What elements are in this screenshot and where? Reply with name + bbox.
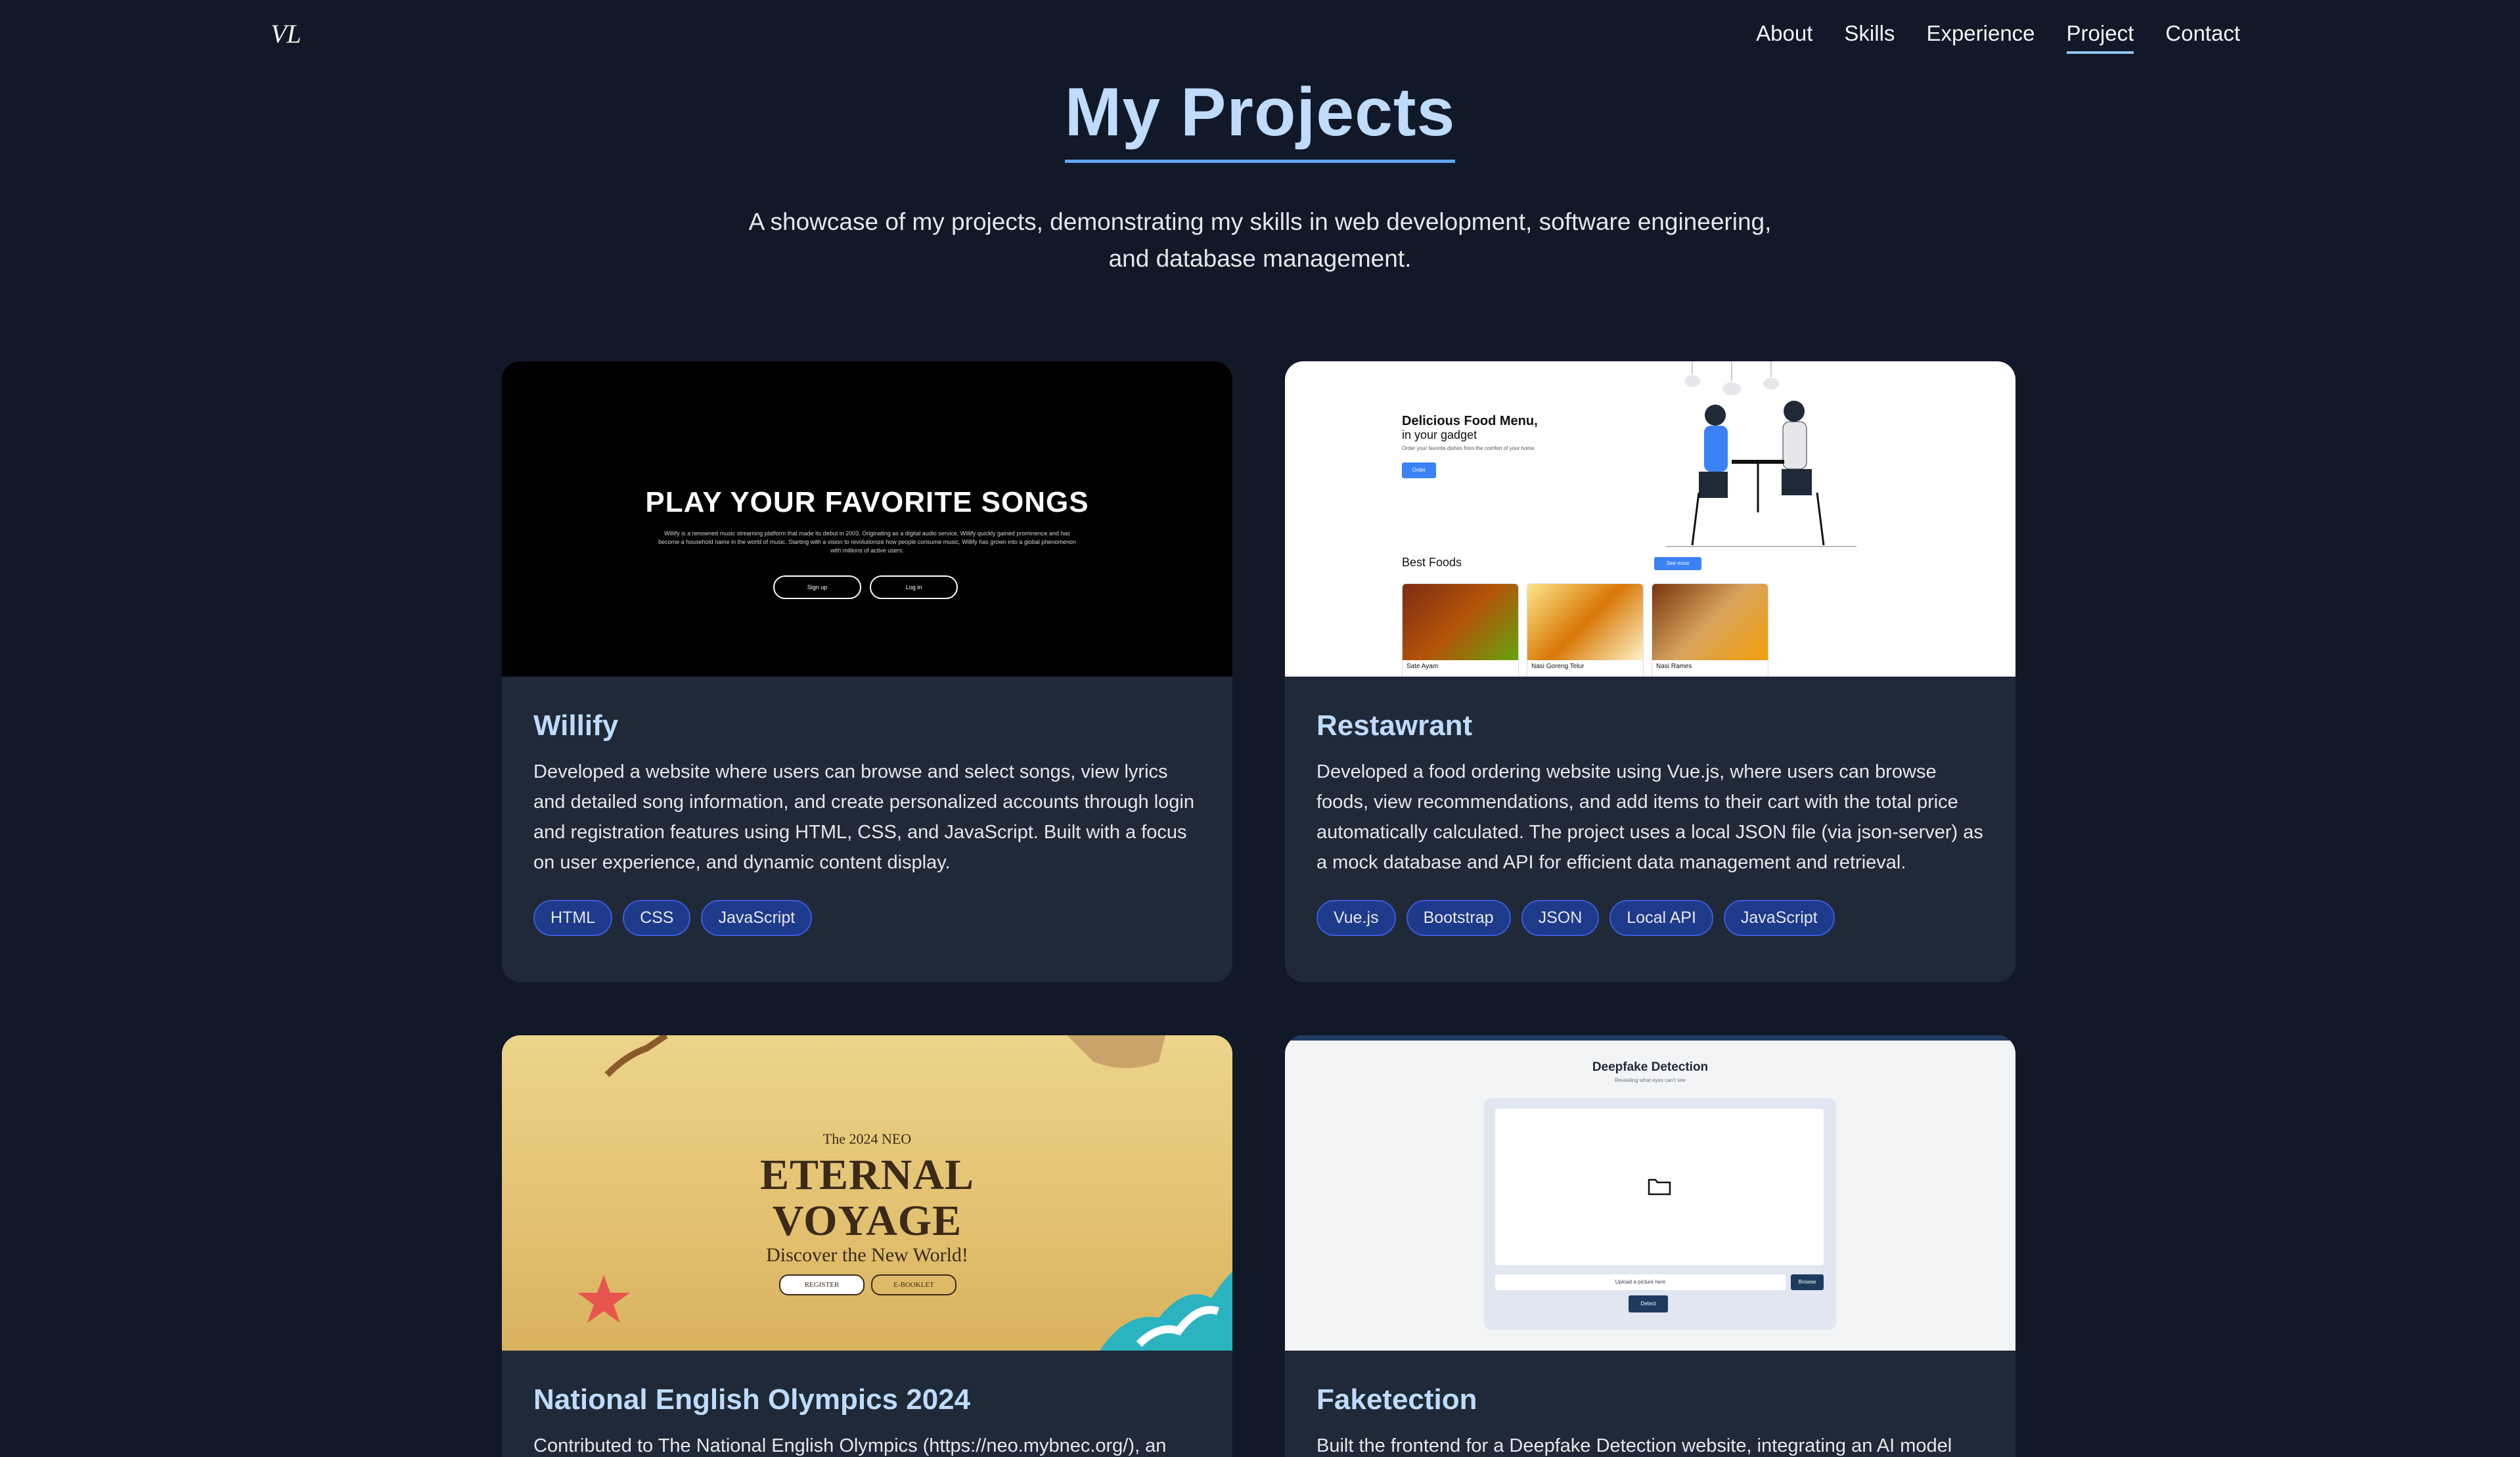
preview-food-card: Nasi Goreng Telur — [1527, 583, 1644, 677]
project-description: Contributed to The National English Olym… — [533, 1435, 1167, 1456]
preview-login-button: Log in — [870, 575, 958, 599]
project-title: Faketection — [1316, 1383, 1477, 1416]
project-preview-neo: The 2024 NEO ETERNAL VOYAGE Discover the… — [502, 1035, 1232, 1351]
project-card-restawrant[interactable]: Delicious Food Menu, in your gadget Orde… — [1285, 361, 2015, 982]
preview-line-2: VOYAGE — [772, 1197, 962, 1245]
subtitle-line-1: A showcase of my projects, demonstrating… — [748, 208, 1772, 235]
project-card-willify[interactable]: PLAY YOUR FAVORITE SONGS Willify is a re… — [502, 361, 1232, 982]
tag: JSON — [1521, 900, 1600, 936]
preview-discover: Discover the New World! — [766, 1244, 968, 1266]
nav-link-experience[interactable]: Experience — [1926, 21, 2035, 54]
project-title: Willify — [533, 709, 619, 742]
project-description: Developed a website where users can brow… — [533, 761, 1195, 873]
tag: JavaScript — [701, 900, 813, 936]
preview-food-card: Nasi Rames — [1652, 583, 1768, 677]
nav-link-project[interactable]: Project — [2066, 21, 2134, 54]
tag: HTML — [533, 900, 613, 936]
project-description: Developed a food ordering website using … — [1316, 761, 1983, 873]
preview-register-button: REGISTER — [779, 1274, 865, 1295]
tag: Vue.js — [1316, 900, 1396, 936]
nav-links: About Skills Experience Project Contact — [1756, 21, 2240, 54]
project-card-faketection[interactable]: Deepfake Detection Revealing what eyes c… — [1285, 1035, 2015, 1457]
project-preview-faketection: Deepfake Detection Revealing what eyes c… — [1285, 1035, 2015, 1351]
tag: Bootstrap — [1406, 900, 1511, 936]
tag-list: HTML CSS JavaScript — [533, 900, 1201, 936]
nav-link-skills[interactable]: Skills — [1844, 21, 1895, 54]
preview-sub: Order your favorite dishes from the comf… — [1402, 445, 1536, 451]
preview-headline: PLAY YOUR FAVORITE SONGS — [645, 486, 1089, 518]
folder-icon — [1648, 1178, 1671, 1196]
preview-upload-input: Upload a picture here — [1495, 1274, 1786, 1290]
project-card-neo[interactable]: The 2024 NEO ETERNAL VOYAGE Discover the… — [502, 1035, 1232, 1457]
page-subtitle: A showcase of my projects, demonstrating… — [723, 204, 1797, 277]
preview-dropzone — [1495, 1109, 1824, 1265]
preview-detect-button: Detect — [1629, 1295, 1668, 1312]
tag: JavaScript — [1723, 900, 1835, 936]
food-name: Sate Ayam — [1406, 663, 1439, 670]
nav-link-about[interactable]: About — [1756, 21, 1812, 54]
wave-icon — [1100, 1272, 1232, 1351]
page-title: My Projects — [1064, 74, 1456, 163]
page-title-wrap: My Projects — [0, 74, 2520, 163]
preview-sub: Revealing what eyes can't see — [1615, 1077, 1686, 1083]
nav-link-contact[interactable]: Contact — [2165, 21, 2240, 54]
preview-text: Willify is a renowned music streaming pl… — [658, 530, 1076, 554]
project-title: Restawrant — [1316, 709, 1473, 742]
food-image — [1527, 584, 1643, 660]
preview-headline: Deepfake Detection — [1592, 1060, 1709, 1074]
preview-headline: ETERNAL VOYAGE — [502, 1152, 1232, 1244]
food-image — [1652, 584, 1768, 660]
preview-best-foods: Best Foods — [1402, 556, 1462, 569]
preview-order-button: Order — [1402, 462, 1436, 478]
project-description: Built the frontend for a Deepfake Detect… — [1316, 1435, 1952, 1456]
preview-pre: The 2024 NEO — [822, 1131, 912, 1147]
preview-see-more: See more — [1654, 557, 1701, 570]
starfish-icon — [577, 1275, 630, 1323]
preview-headline-2: in your gadget — [1402, 428, 1477, 441]
food-name: Nasi Goreng Telur — [1531, 663, 1585, 670]
subtitle-line-2: and database management. — [1108, 245, 1412, 272]
tag: CSS — [623, 900, 691, 936]
preview-signup-button: Sign up — [773, 575, 861, 599]
dining-illustration-icon — [1666, 361, 1856, 547]
project-title: National English Olympics 2024 — [533, 1383, 971, 1416]
preview-food-card: Sate Ayam — [1402, 583, 1519, 677]
logo[interactable]: VL — [271, 18, 302, 49]
food-image — [1403, 584, 1518, 660]
preview-line-1: ETERNAL — [759, 1151, 975, 1199]
project-preview-restawrant: Delicious Food Menu, in your gadget Orde… — [1285, 361, 2015, 677]
navbar: VL About Skills Experience Project Conta… — [0, 0, 2520, 72]
preview-headline: Delicious Food Menu, — [1402, 414, 1538, 428]
tag: Local API — [1609, 900, 1713, 936]
decor-map-icon — [1067, 1035, 1165, 1068]
project-preview-willify: PLAY YOUR FAVORITE SONGS Willify is a re… — [502, 361, 1232, 677]
decor-rope-icon — [604, 1035, 668, 1077]
preview-browse-button: Browse — [1791, 1274, 1824, 1290]
tag-list: Vue.js Bootstrap JSON Local API JavaScri… — [1316, 900, 1984, 936]
food-name: Nasi Rames — [1656, 663, 1692, 670]
preview-ebooklet-button: E-BOOKLET — [871, 1274, 956, 1295]
